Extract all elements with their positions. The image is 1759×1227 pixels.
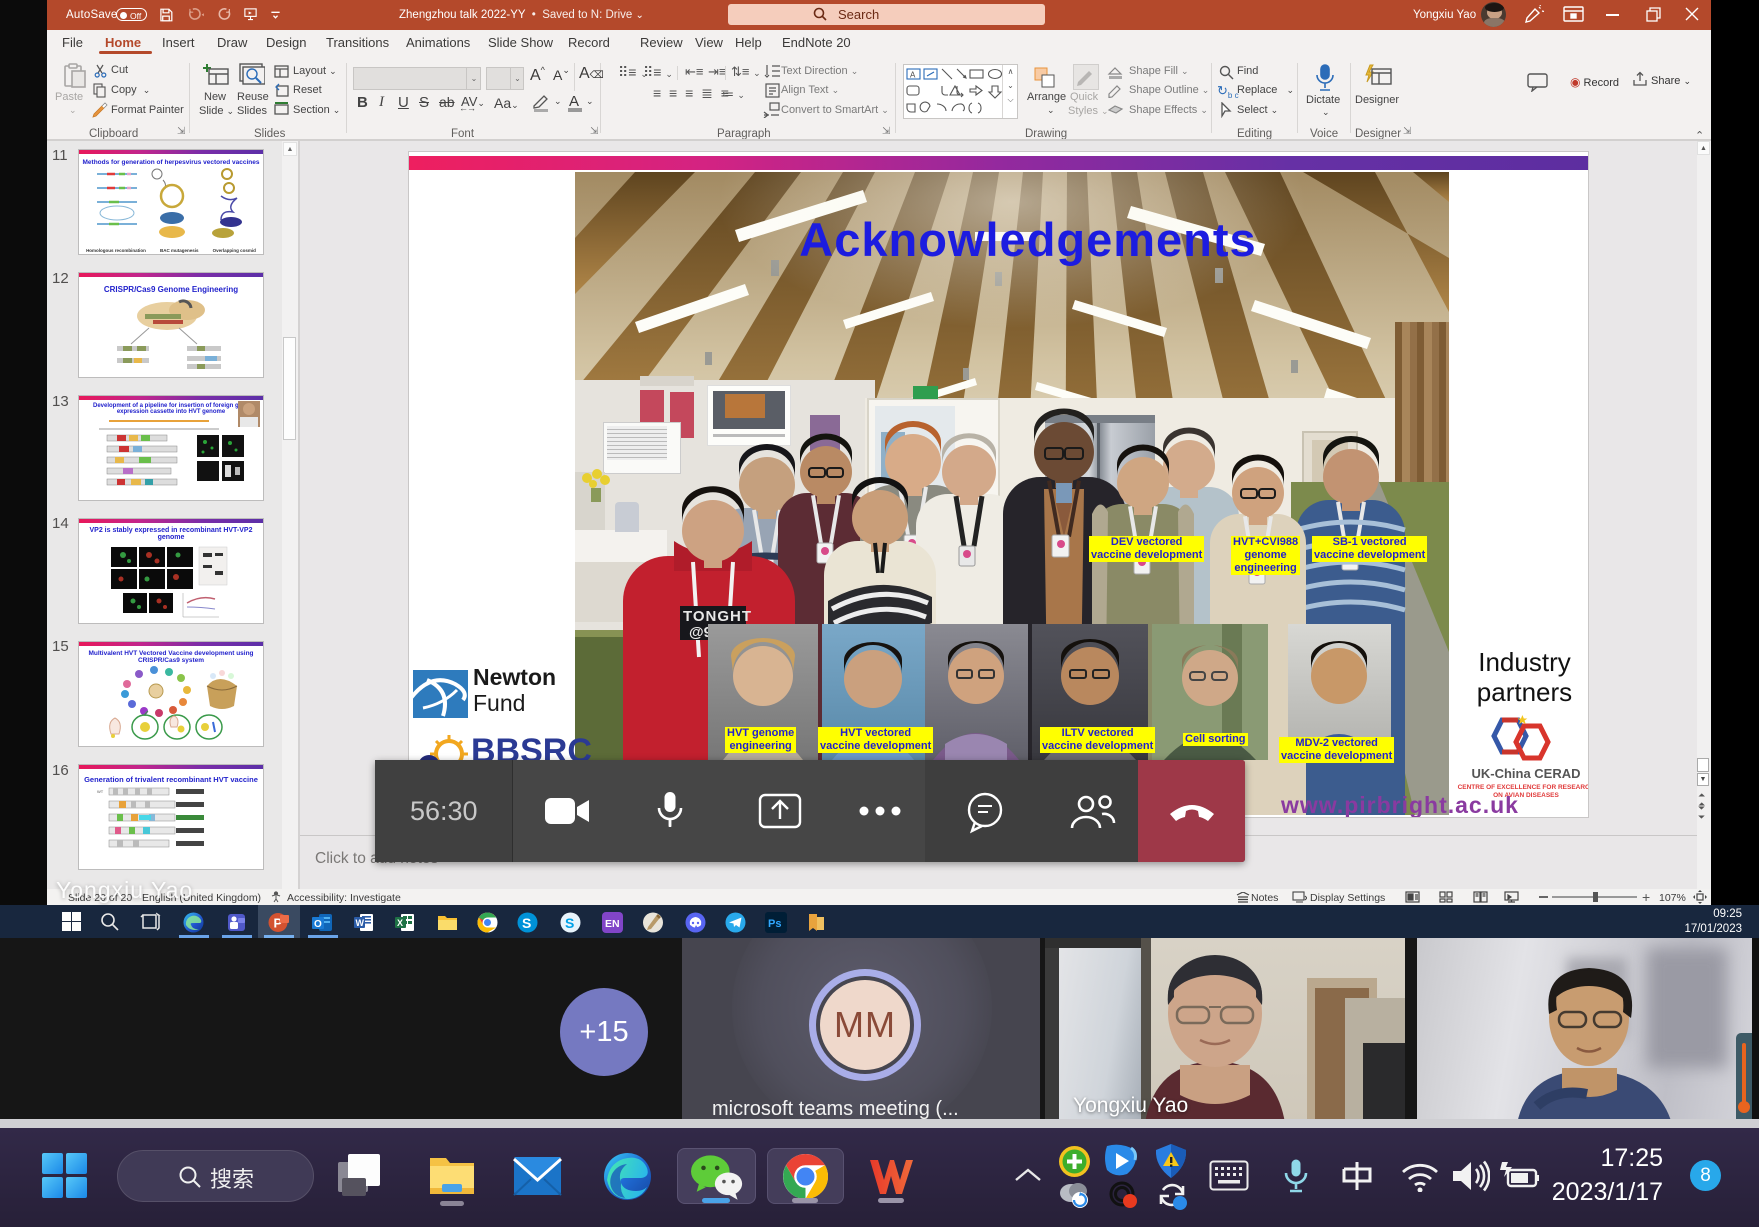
svg-text:WT: WT	[97, 789, 104, 794]
svg-text:O: O	[314, 919, 322, 930]
svg-text:A: A	[910, 71, 916, 80]
svg-text:Ps: Ps	[768, 918, 781, 930]
svg-text:S: S	[565, 915, 574, 931]
svg-text:S: S	[522, 915, 531, 931]
svg-text:X: X	[397, 918, 403, 928]
svg-text:EN: EN	[605, 918, 620, 930]
svg-text:W: W	[356, 918, 365, 928]
svg-text:TONGHT: TONGHT	[683, 608, 752, 625]
